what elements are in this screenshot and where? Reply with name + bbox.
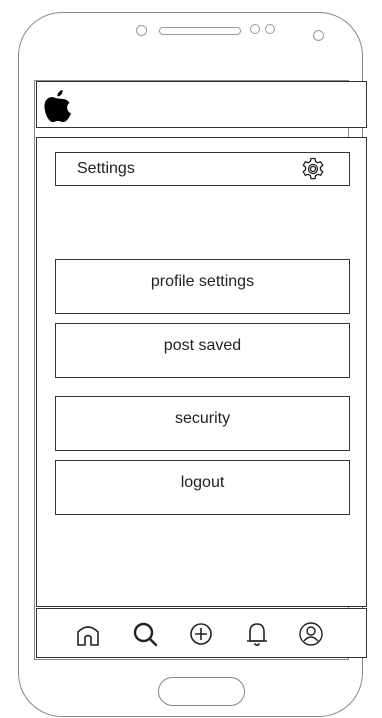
sensor-dot-3 — [313, 30, 324, 41]
security-button[interactable]: security — [55, 396, 350, 451]
apple-logo-icon — [44, 90, 71, 123]
bottom-nav — [36, 608, 367, 658]
page-title: Settings — [77, 160, 135, 177]
logout-label: logout — [180, 474, 225, 491]
settings-panel: Settings profile settings post saved sec… — [36, 137, 367, 607]
post-saved-button[interactable]: post saved — [55, 323, 350, 378]
sensor-dot-1 — [250, 24, 260, 34]
profile-icon[interactable] — [297, 620, 325, 648]
post-saved-label: post saved — [163, 337, 242, 354]
logout-button[interactable]: logout — [55, 460, 350, 515]
profile-settings-button[interactable]: profile settings — [55, 259, 350, 314]
settings-header: Settings — [55, 152, 350, 186]
top-bar — [36, 81, 367, 128]
front-camera — [136, 25, 147, 36]
profile-settings-label: profile settings — [150, 273, 255, 290]
hardware-home-button[interactable] — [158, 677, 245, 706]
security-label: security — [174, 410, 231, 427]
search-icon[interactable] — [131, 620, 159, 648]
sensor-dot-2 — [265, 24, 275, 34]
notification-icon[interactable] — [243, 620, 271, 648]
add-icon[interactable] — [187, 620, 215, 648]
home-icon[interactable] — [74, 620, 102, 648]
speaker-grille — [159, 27, 241, 35]
gear-icon[interactable] — [301, 157, 325, 181]
